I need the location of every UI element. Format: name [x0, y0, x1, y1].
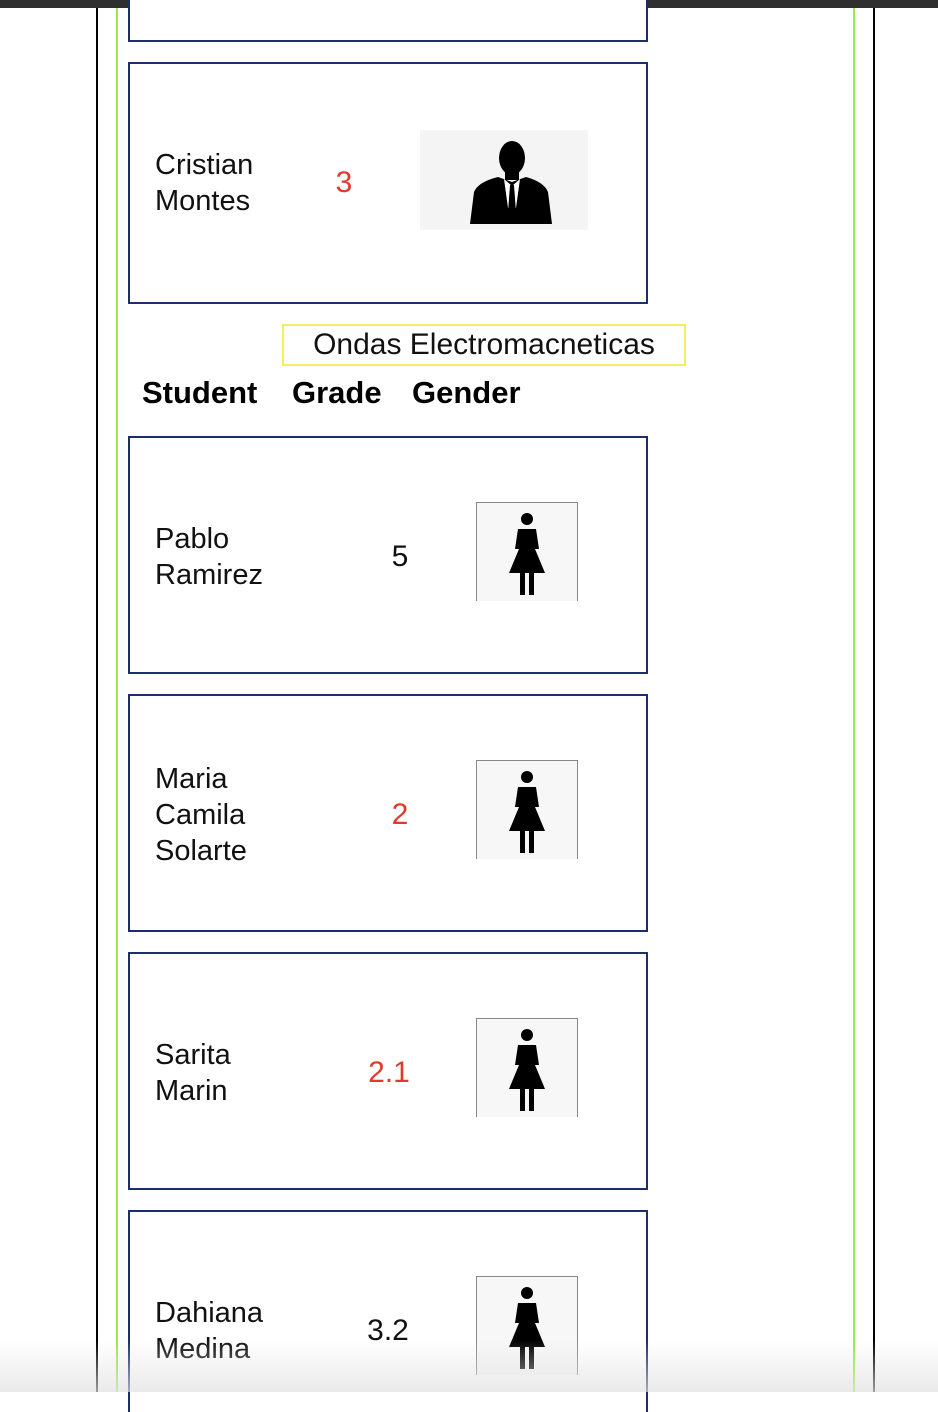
- student-name: Pablo Ramirez: [155, 521, 263, 593]
- page-border-right: [873, 8, 875, 1392]
- header-grade: Grade: [292, 374, 382, 412]
- page-border-left: [96, 8, 98, 1392]
- student-name: Dahiana Medina: [155, 1295, 263, 1367]
- subject-title: Ondas Electromacneticas: [282, 324, 686, 366]
- female-figure-icon: [476, 1018, 578, 1117]
- student-grade: 3: [320, 165, 368, 201]
- student-card: Maria Camila Solarte 2: [128, 694, 648, 932]
- header-student: Student: [142, 374, 257, 412]
- male-silhouette-icon: [420, 130, 588, 230]
- container-border-right: [853, 8, 855, 1392]
- student-card: Pablo Ramirez 5: [128, 436, 648, 674]
- student-grade: 3.2: [356, 1313, 420, 1349]
- female-figure-icon: [476, 502, 578, 601]
- student-card-cut-off: [128, 0, 648, 42]
- student-grade: 2.1: [358, 1055, 420, 1091]
- student-grade: 2: [370, 797, 430, 833]
- student-card: Dahiana Medina 3.2: [128, 1210, 648, 1412]
- student-name: Sarita Marin: [155, 1037, 231, 1109]
- header-gender: Gender: [412, 374, 521, 412]
- student-name: Cristian Montes: [155, 147, 253, 219]
- student-card: Sarita Marin 2.1: [128, 952, 648, 1190]
- student-name: Maria Camila Solarte: [155, 761, 247, 869]
- container-border-left: [116, 8, 118, 1392]
- student-grade: 5: [370, 539, 430, 575]
- female-figure-icon: [476, 1276, 578, 1375]
- female-figure-icon: [476, 760, 578, 859]
- student-card: Cristian Montes 3: [128, 62, 648, 304]
